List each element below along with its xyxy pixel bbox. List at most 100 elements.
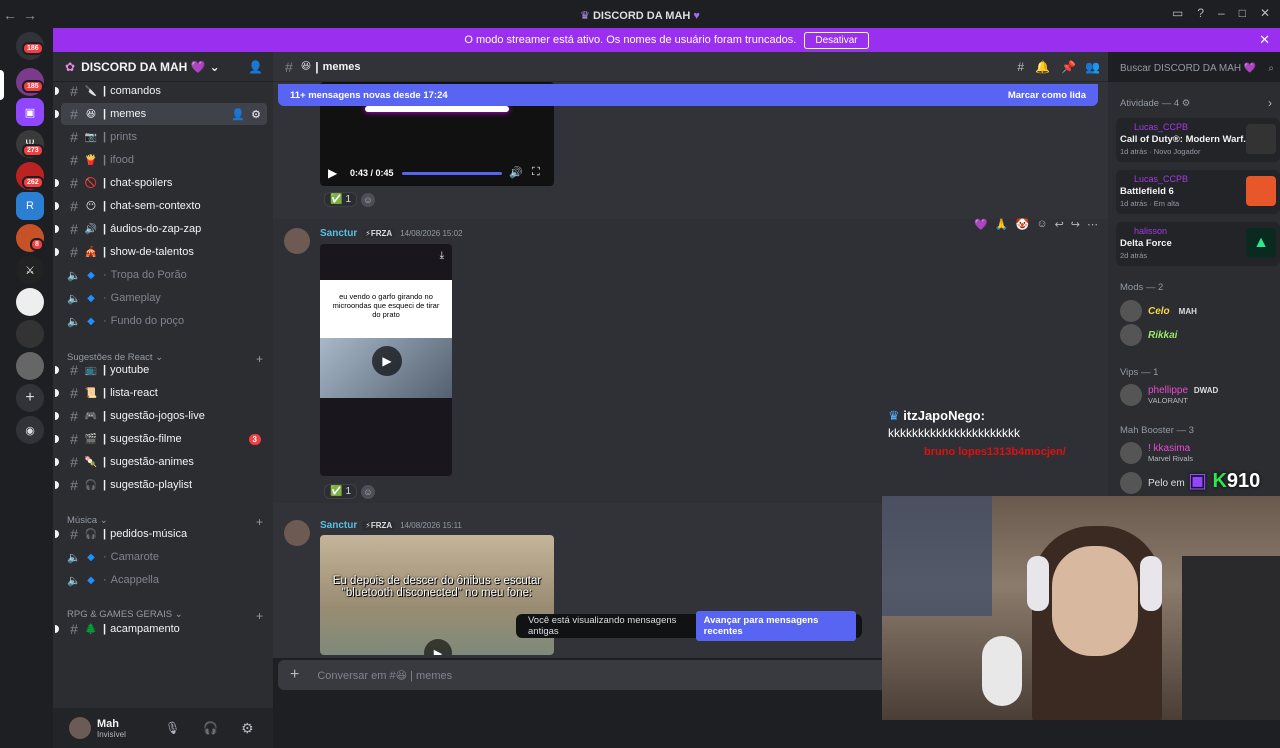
headphones-icon[interactable]: 🎧 <box>203 721 218 735</box>
attach-plus-icon[interactable]: + <box>290 666 299 684</box>
message-author[interactable]: Sanctur <box>320 228 357 239</box>
check-icon: ✅ <box>330 486 343 497</box>
server-icon-9[interactable] <box>16 352 44 380</box>
disable-streamer-mode-button[interactable]: Desativar <box>804 31 869 49</box>
reaction-check[interactable]: ✅ 1 <box>324 484 358 499</box>
channel-settings-icon[interactable]: ⚙ <box>251 108 261 121</box>
add-server-icon[interactable]: + <box>16 384 44 412</box>
voice-channel-Fundo do poço[interactable]: 🔈 ◆ · Fundo do poço <box>61 310 267 332</box>
invite-icon[interactable]: 👤 <box>248 60 263 74</box>
member-item[interactable]: Pelo em <box>1120 472 1185 494</box>
channel-memes[interactable]: # 😆 | memes 👤 ⚙ <box>55 103 267 125</box>
username: Mah <box>97 717 119 730</box>
member-item[interactable]: Celo MAH <box>1120 300 1200 322</box>
minimize-button[interactable]: – <box>1218 6 1225 20</box>
download-icon[interactable]: ⤓ <box>440 250 444 261</box>
play-button[interactable]: ▶ <box>372 346 402 376</box>
member-item[interactable]: Rikkai <box>1120 324 1177 346</box>
inbox-icon[interactable]: ▭ <box>1172 6 1183 20</box>
channel-chat-sem-contexto[interactable]: # 😶 | chat-sem-contexto <box>55 195 267 217</box>
old-messages-text: Você está visualizando mensagens antigas <box>528 615 677 637</box>
new-messages-bar[interactable]: 11+ mensagens novas desde 17:24 Marcar c… <box>278 84 1098 106</box>
channel-label: ifood <box>110 154 134 166</box>
pin-icon[interactable]: 📌 <box>1061 60 1076 74</box>
server-icon-4[interactable]: R <box>16 192 44 220</box>
threads-icon[interactable]: # <box>1017 60 1024 74</box>
server-icon-7[interactable] <box>16 288 44 316</box>
reaction-check[interactable]: ✅ 1 <box>324 192 358 207</box>
avatar[interactable] <box>284 520 310 546</box>
bell-icon[interactable]: 🔔 <box>1035 60 1050 74</box>
member-item[interactable]: ! kkasima Marvel Rivals <box>1120 442 1193 464</box>
avatar <box>1120 324 1142 346</box>
activity-card[interactable]: Lucas_CCPB Call of Duty®: Modern Warf...… <box>1116 118 1280 162</box>
jump-to-present-button[interactable]: Avançar para mensagens recentes <box>695 611 856 641</box>
avatar[interactable] <box>69 717 91 739</box>
voice-channel-Tropa do Porão[interactable]: 🔈 ◆ · Tropa do Porão <box>61 264 267 286</box>
video-progress[interactable] <box>402 172 502 175</box>
more-icon[interactable]: ⋯ <box>1087 218 1098 231</box>
chevron-right-icon[interactable]: › <box>1268 96 1272 110</box>
channel-sugestão-filme[interactable]: # 🎬 | sugestão-filme 3 <box>55 428 267 450</box>
close-window-button[interactable]: ✕ <box>1260 6 1270 20</box>
channel-youtube[interactable]: # 📺 | youtube <box>55 359 267 381</box>
discover-icon[interactable]: ◉ <box>16 416 44 444</box>
fullscreen-icon[interactable]: ⛶ <box>532 166 540 179</box>
channel-chat-spoilers[interactable]: # 🚫 | chat-spoilers <box>55 172 267 194</box>
server-icon-twitch[interactable]: ▣ <box>16 98 44 126</box>
pray-icon[interactable]: 🙏 <box>995 218 1009 231</box>
channel-sugestão-playlist[interactable]: # 🎧 | sugestão-playlist <box>55 474 267 496</box>
heart-icon[interactable]: 💜 <box>974 218 988 231</box>
channel-show-de-talentos[interactable]: # 🎪 | show-de-talentos <box>55 241 267 263</box>
message-author[interactable]: Sanctur <box>320 520 357 531</box>
add-reaction-icon[interactable]: ☺ <box>1036 218 1047 231</box>
channel-emoji-icon: 🎮 <box>84 410 98 422</box>
banner-text: O modo streamer está ativo. Os nomes de … <box>464 34 797 46</box>
emoji-icon[interactable]: 🤡 <box>1016 218 1030 231</box>
activity-card[interactable]: halisson Delta Force 2d atrás ▲ <box>1116 222 1280 266</box>
microphone-icon[interactable]: 🎙 <box>165 721 180 735</box>
maximize-button[interactable]: □ <box>1239 6 1246 20</box>
message-input[interactable]: Conversar em #😆 | memes <box>317 669 452 682</box>
channel-acampamento[interactable]: # 🌲 | acampamento <box>55 618 267 640</box>
add-member-icon[interactable]: 👤 <box>231 108 245 121</box>
channel-sugestão-jogos-live[interactable]: # 🎮 | sugestão-jogos-live <box>55 405 267 427</box>
add-reaction-icon[interactable]: ☺ <box>361 484 376 499</box>
channel-ifood[interactable]: # 🍟 | ifood <box>61 149 267 171</box>
channel-lista-react[interactable]: # 📜 | lista-react <box>55 382 267 404</box>
member-item[interactable]: phellippe DWAD VALORANT <box>1120 384 1222 406</box>
channel-pedidos-música[interactable]: # 🎧 | pedidos-música <box>55 523 267 545</box>
avatar[interactable] <box>284 228 310 254</box>
overlay-chatter: itzJapoNego: <box>903 408 985 423</box>
close-icon[interactable]: ✕ <box>1259 32 1270 48</box>
reply-icon[interactable]: ↩ <box>1055 218 1064 231</box>
help-icon[interactable]: ? <box>1197 6 1204 20</box>
channel-label: sugestão-jogos-live <box>110 410 205 422</box>
video-attachment[interactable]: ⤓ eu vendo o garfo girando no microondas… <box>320 244 452 476</box>
user-status: Invisível <box>97 729 126 739</box>
hash-icon: # <box>285 58 293 75</box>
channel-áudios-do-zap-zap[interactable]: # 🔊 | áudios-do-zap-zap <box>55 218 267 240</box>
voice-channel-Camarote[interactable]: 🔈 ◆ · Camarote <box>61 546 267 568</box>
server-icon-6[interactable]: ⚔ <box>16 256 44 284</box>
streamer-mode-banner: O modo streamer está ativo. Os nomes de … <box>53 28 1280 52</box>
settings-gear-icon[interactable]: ⚙ <box>241 720 254 737</box>
voice-channel-Gameplay[interactable]: 🔈 ◆ · Gameplay <box>61 287 267 309</box>
volume-icon[interactable]: 🔊 <box>509 166 523 179</box>
speaker-icon: 🔈 <box>67 574 81 587</box>
channel-comandos[interactable]: # 🔪 | comandos <box>55 80 267 102</box>
search-input[interactable]: Buscar DISCORD DA MAH 💜 ⌕ <box>1114 57 1280 79</box>
server-header[interactable]: ✿ DISCORD DA MAH 💜 ⌄ 👤 <box>53 52 273 82</box>
channel-sugestão-animes[interactable]: # 🍡 | sugestão-animes <box>55 451 267 473</box>
server-icon-8[interactable] <box>16 320 44 348</box>
add-reaction-icon[interactable]: ☺ <box>361 192 376 207</box>
mark-as-read-button[interactable]: Marcar como lida <box>1008 90 1086 101</box>
hash-icon: # <box>70 175 78 191</box>
play-button[interactable]: ▶ <box>424 639 452 655</box>
activity-card[interactable]: Lucas_CCPB Battlefield 6 1d atrás · Em a… <box>1116 170 1280 214</box>
channel-prints[interactable]: # 📷 | prints <box>61 126 267 148</box>
member-list-icon[interactable]: 👥 <box>1085 60 1100 74</box>
forward-icon[interactable]: ↪ <box>1071 218 1080 231</box>
voice-channel-Acappella[interactable]: 🔈 ◆ · Acappella <box>61 569 267 591</box>
play-icon[interactable]: ▶ <box>328 166 337 180</box>
